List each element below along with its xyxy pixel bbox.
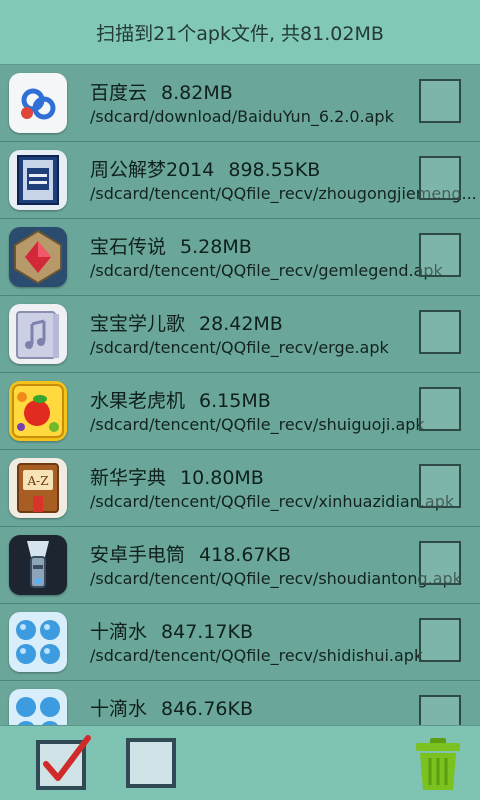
delete-button[interactable] — [408, 734, 468, 794]
apk-list-item[interactable]: 宝宝学儿歌 28.42MB /sdcard/tencent/QQfile_recv… — [0, 296, 480, 373]
apk-size: 418.67KB — [199, 544, 291, 566]
bottom-action-bar — [0, 725, 480, 800]
apk-select-checkbox[interactable] — [419, 79, 461, 123]
checked-checkbox-icon — [36, 735, 91, 790]
apk-list-item[interactable]: 十滴水 846.76KB — [0, 681, 480, 725]
apk-name: 安卓手电筒 — [90, 544, 186, 566]
apk-name: 宝石传说 — [90, 236, 167, 258]
apk-size: 898.55KB — [228, 159, 321, 181]
apk-list-item[interactable]: 十滴水 847.17KB /sdcard/tencent/QQfile_recv/… — [0, 604, 480, 681]
apk-size: 846.76KB — [161, 698, 253, 720]
water-drops-icon — [9, 612, 67, 672]
apk-file-list[interactable]: 百度云 8.82MB /sdcard/download/BaiduYun_6.2.… — [0, 65, 480, 725]
apk-name: 十滴水 — [90, 621, 148, 643]
apk-size: 10.80MB — [180, 467, 264, 489]
apk-name: 十滴水 — [90, 698, 148, 720]
apk-list-item[interactable]: 周公解梦2014 898.55KB /sdcard/tencent/QQfile_… — [0, 142, 480, 219]
scan-summary-header: 扫描到21个apk文件, 共81.02MB — [0, 0, 480, 65]
apk-name: 水果老虎机 — [90, 390, 186, 412]
apk-size: 847.17KB — [161, 621, 253, 643]
scan-summary-text: 扫描到21个apk文件, 共81.02MB — [96, 22, 384, 45]
apk-list-item[interactable]: A-Z 新华字典 10.80MB /sdcard/tencent/QQfile_r… — [0, 450, 480, 527]
music-book-icon — [9, 304, 67, 364]
apk-name: 新华字典 — [90, 467, 167, 489]
apk-size: 28.42MB — [199, 313, 283, 335]
apk-select-checkbox[interactable] — [419, 464, 461, 508]
dream-book-icon — [9, 150, 67, 210]
deselect-all-button[interactable] — [122, 734, 182, 794]
fruit-slot-icon — [9, 381, 67, 441]
apk-select-checkbox[interactable] — [419, 310, 461, 354]
apk-size: 5.28MB — [180, 236, 252, 258]
apk-select-checkbox[interactable] — [419, 618, 461, 662]
apk-size: 6.15MB — [199, 390, 271, 412]
empty-checkbox-icon — [126, 738, 176, 788]
apk-size: 8.82MB — [161, 82, 233, 104]
dictionary-icon: A-Z — [9, 458, 67, 518]
gem-icon — [9, 227, 67, 287]
apk-list-item[interactable]: 宝石传说 5.28MB /sdcard/tencent/QQfile_recv/g… — [0, 219, 480, 296]
flashlight-icon — [9, 535, 67, 595]
apk-select-checkbox[interactable] — [419, 387, 461, 431]
svg-text:A-Z: A-Z — [26, 474, 48, 488]
trash-icon — [416, 738, 460, 790]
apk-name: 宝宝学儿歌 — [90, 313, 186, 335]
apk-select-checkbox[interactable] — [419, 156, 461, 200]
baidu-cloud-icon — [9, 73, 67, 133]
apk-list-item[interactable]: 百度云 8.82MB /sdcard/download/BaiduYun_6.2.… — [0, 65, 480, 142]
apk-list-item[interactable]: 安卓手电筒 418.67KB /sdcard/tencent/QQfile_rec… — [0, 527, 480, 604]
apk-select-checkbox[interactable] — [419, 541, 461, 585]
apk-list-item[interactable]: 水果老虎机 6.15MB /sdcard/tencent/QQfile_recv/… — [0, 373, 480, 450]
apk-name: 百度云 — [90, 82, 148, 104]
apk-select-checkbox[interactable] — [419, 233, 461, 277]
apk-select-checkbox[interactable] — [419, 695, 461, 725]
apk-name: 周公解梦2014 — [90, 159, 215, 181]
select-all-button[interactable] — [34, 734, 94, 794]
water-drops-icon — [9, 689, 67, 725]
